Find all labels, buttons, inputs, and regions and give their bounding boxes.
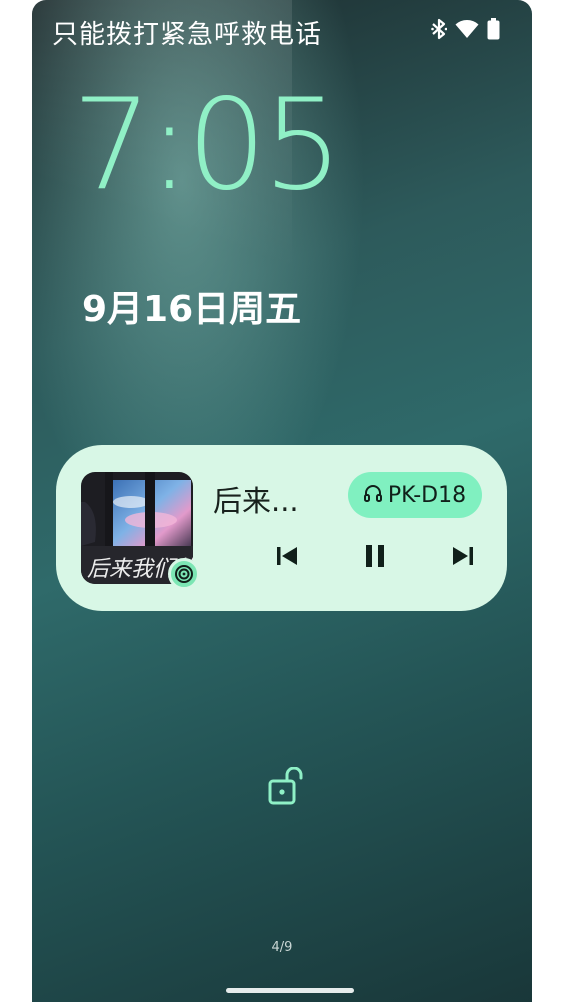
output-device-label: PK-D18 bbox=[387, 482, 467, 508]
status-icons bbox=[431, 18, 500, 44]
page-indicator: 4/9 bbox=[271, 940, 293, 955]
lock-screen-clock: 7:05 bbox=[72, 71, 343, 218]
media-player-card[interactable]: 后来我们的爱 后来... PK-D18 bbox=[56, 445, 507, 611]
battery-icon bbox=[487, 18, 500, 44]
next-track-button[interactable] bbox=[448, 543, 478, 573]
music-app-badge-icon bbox=[168, 558, 200, 590]
pause-icon bbox=[364, 544, 386, 572]
pause-button[interactable] bbox=[360, 543, 390, 573]
output-device-button[interactable]: PK-D18 bbox=[348, 472, 482, 518]
navigation-handle[interactable] bbox=[226, 988, 354, 993]
lock-screen: 只能拨打紧急呼救电话 7:05 9月16日周五 后来我们 后来... PK-D1… bbox=[32, 0, 532, 1002]
previous-icon bbox=[276, 546, 298, 570]
bluetooth-icon bbox=[431, 18, 448, 44]
wifi-icon bbox=[455, 19, 479, 43]
unlock-icon[interactable] bbox=[268, 766, 308, 807]
emergency-calls-only-text: 只能拨打紧急呼救电话 bbox=[52, 20, 323, 50]
next-icon bbox=[452, 546, 474, 570]
headphones-icon bbox=[363, 483, 382, 508]
lock-screen-date: 9月16日周五 bbox=[82, 289, 302, 330]
previous-track-button[interactable] bbox=[272, 543, 302, 573]
song-title: 后来... bbox=[213, 484, 299, 518]
